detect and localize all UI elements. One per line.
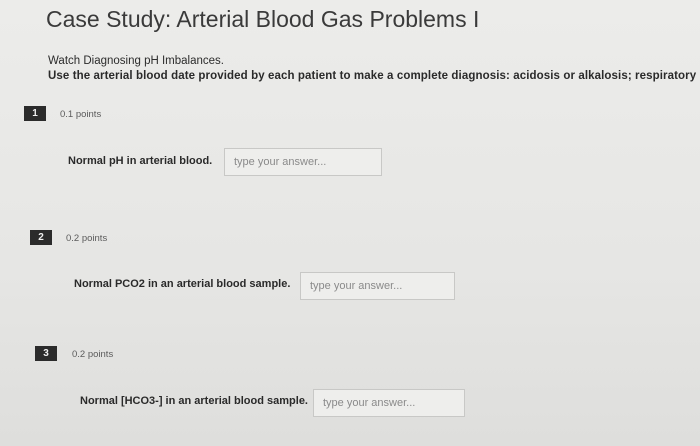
- question-points: 0.2 points: [66, 233, 108, 244]
- answer-input[interactable]: type your answer...: [313, 389, 465, 417]
- question-prompt: Normal pH in arterial blood.: [68, 155, 213, 167]
- question-points: 0.1 points: [60, 109, 102, 120]
- question-number-badge: 3: [35, 346, 57, 361]
- question-number-badge: 1: [24, 106, 46, 121]
- question-number-badge: 2: [30, 230, 52, 245]
- page: Case Study: Arterial Blood Gas Problems …: [0, 0, 700, 446]
- question-points: 0.2 points: [72, 349, 114, 360]
- instructions: Watch Diagnosing pH Imbalances. Use the …: [48, 54, 696, 84]
- question-prompt: Normal [HCO3-] in an arterial blood samp…: [80, 395, 308, 407]
- instruction-line-2: Use the arterial blood date provided by …: [48, 70, 697, 82]
- page-title: Case Study: Arterial Blood Gas Problems …: [46, 6, 480, 32]
- question-prompt: Normal PCO2 in an arterial blood sample.: [74, 278, 291, 290]
- instruction-line-1: Watch Diagnosing pH Imbalances.: [48, 55, 224, 67]
- answer-input[interactable]: type your answer...: [224, 148, 382, 176]
- answer-input[interactable]: type your answer...: [300, 272, 455, 300]
